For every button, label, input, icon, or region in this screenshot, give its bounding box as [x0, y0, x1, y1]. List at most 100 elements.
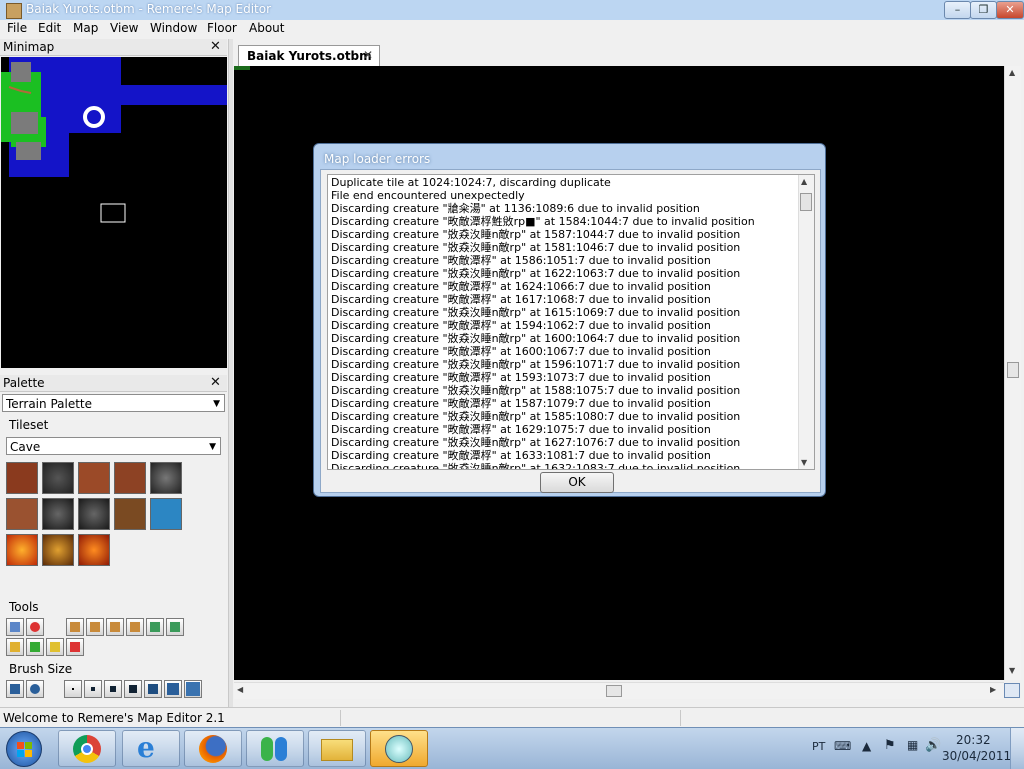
clock-time[interactable]: 20:32 — [956, 733, 991, 747]
messenger-icon — [261, 737, 273, 761]
close-window-button[interactable]: ✕ — [996, 1, 1024, 19]
brush-size-7-button[interactable] — [184, 680, 202, 698]
taskbar-chrome-button[interactable] — [58, 730, 116, 767]
brush-tile[interactable] — [114, 462, 146, 494]
brush-size-1-button[interactable] — [64, 680, 82, 698]
brush-tile[interactable] — [6, 462, 38, 494]
scroll-up-icon[interactable]: ▲ — [801, 177, 807, 186]
square-brush-icon — [10, 684, 20, 694]
pz-tool-button[interactable] — [6, 638, 24, 656]
door-tool-button[interactable] — [66, 618, 84, 636]
show-hidden-icons-icon[interactable]: ▲ — [862, 739, 871, 753]
window-icon — [150, 622, 160, 632]
language-indicator[interactable]: PT — [812, 740, 825, 753]
brush-tile[interactable] — [78, 498, 110, 530]
brush-tile[interactable] — [6, 498, 38, 530]
palette-select[interactable]: Terrain Palette ▼ — [2, 394, 225, 412]
error-log-line: Discarding creature "畋敵潭桴" at 1594:1062:… — [331, 319, 711, 332]
scroll-right-icon[interactable]: ▶ — [990, 685, 996, 694]
brush-tile[interactable] — [150, 498, 182, 530]
hscroll-thumb[interactable] — [606, 685, 622, 697]
menu-about[interactable]: About — [249, 21, 284, 35]
error-log-line: Discarding creature "敚猋汷睡n敵rp" at 1632:1… — [331, 462, 741, 470]
error-log-line: Discarding creature "畋敵潭桴鮏敓rp■" at 1584:… — [331, 215, 755, 228]
taskbar-explorer-button[interactable] — [308, 730, 366, 767]
window-tool-button[interactable] — [146, 618, 164, 636]
panel-splitter[interactable] — [228, 39, 233, 707]
minimap-view[interactable] — [1, 57, 227, 368]
brush-tile[interactable] — [42, 462, 74, 494]
brush-size-5-button[interactable] — [144, 680, 162, 698]
brush-tile[interactable] — [150, 462, 182, 494]
clock-date[interactable]: 30/04/2011 — [942, 749, 1011, 763]
scroll-left-icon[interactable]: ◀ — [237, 685, 243, 694]
brush-tile[interactable] — [78, 462, 110, 494]
menu-file[interactable]: File — [7, 21, 27, 35]
error-log-line: Discarding creature "敚猋汷睡n敵rp" at 1627:1… — [331, 436, 741, 449]
menu-floor[interactable]: Floor — [207, 21, 237, 35]
keyboard-icon[interactable]: ⌨ — [834, 739, 851, 753]
menu-edit[interactable]: Edit — [38, 21, 61, 35]
brush-square-button[interactable] — [6, 680, 24, 698]
select-icon — [10, 622, 20, 632]
windows-start-icon[interactable] — [6, 731, 42, 767]
brush-tile[interactable] — [78, 534, 110, 566]
menu-window[interactable]: Window — [150, 21, 197, 35]
error-log-list[interactable]: Duplicate tile at 1024:1024:7, discardin… — [327, 174, 815, 470]
error-log-line: Discarding creature "敚猋汷睡n敵rp" at 1581:1… — [331, 241, 741, 254]
pvp-tool-button[interactable] — [66, 638, 84, 656]
menu-view[interactable]: View — [110, 21, 138, 35]
select-tool-button[interactable] — [6, 618, 24, 636]
palette-close-button[interactable]: ✕ — [210, 375, 221, 391]
eraser-tool-button[interactable] — [26, 618, 44, 636]
restore-button[interactable]: ❐ — [970, 1, 997, 19]
door-tool-button-3[interactable] — [106, 618, 124, 636]
brush-tile[interactable] — [42, 534, 74, 566]
brush-size-2-button[interactable] — [84, 680, 102, 698]
circle-brush-icon — [30, 684, 40, 694]
editor-hscrollbar[interactable]: ◀ ▶ — [234, 682, 1004, 699]
ok-button[interactable]: OK — [540, 472, 614, 493]
nopvp-tool-button[interactable] — [26, 638, 44, 656]
tileset-select[interactable]: Cave ▼ — [6, 437, 221, 455]
tools-label: Tools — [9, 600, 39, 614]
editor-vscrollbar[interactable]: ▲ ▼ — [1004, 66, 1021, 680]
log-vscrollbar[interactable]: ▲ ▼ — [798, 175, 814, 469]
resize-grip-icon[interactable] — [1004, 683, 1020, 698]
scroll-up-icon[interactable]: ▲ — [1009, 68, 1015, 77]
tab-close-icon[interactable]: ✕ — [363, 48, 373, 62]
brush-tile[interactable] — [42, 498, 74, 530]
volume-icon[interactable]: 🔊 — [925, 738, 941, 753]
door-tool-button-2[interactable] — [86, 618, 104, 636]
taskbar-messenger-button[interactable] — [246, 730, 304, 767]
brush-tile[interactable] — [114, 498, 146, 530]
log-scroll-thumb[interactable] — [800, 193, 812, 211]
palette-select-value: Terrain Palette — [6, 397, 92, 411]
taskbar: e PT ⌨ ▲ ⚑ ▦ 🔊 20:32 30/04/2011 — [0, 727, 1024, 769]
menu-map[interactable]: Map — [73, 21, 98, 35]
dialog-title: Map loader errors — [324, 152, 431, 166]
brush-circle-button[interactable] — [26, 680, 44, 698]
network-icon[interactable]: ▦ — [907, 738, 918, 752]
chevron-down-icon: ▼ — [209, 442, 216, 452]
scroll-down-icon[interactable]: ▼ — [1009, 666, 1015, 675]
map-tab[interactable]: Baiak Yurots.otbm ✕ — [238, 45, 380, 66]
brush-tile[interactable] — [6, 534, 38, 566]
brush-size-4-button[interactable] — [124, 680, 142, 698]
minimap-close-button[interactable]: ✕ — [210, 39, 221, 55]
nologout-tool-button[interactable] — [46, 638, 64, 656]
vscroll-thumb[interactable] — [1007, 362, 1019, 378]
taskbar-map-editor-button[interactable] — [370, 730, 428, 767]
tileset-select-value: Cave — [10, 440, 41, 454]
scroll-down-icon[interactable]: ▼ — [801, 458, 807, 467]
brush-size-3-button[interactable] — [104, 680, 122, 698]
taskbar-firefox-button[interactable] — [184, 730, 242, 767]
map-editor-icon — [385, 735, 413, 763]
brush-size-6-button[interactable] — [164, 680, 182, 698]
window-tool-button-2[interactable] — [166, 618, 184, 636]
show-desktop-button[interactable] — [1010, 728, 1024, 769]
action-center-flag-icon[interactable]: ⚑ — [884, 738, 896, 753]
taskbar-ie-button[interactable]: e — [122, 730, 180, 767]
door-tool-button-4[interactable] — [126, 618, 144, 636]
minimize-button[interactable]: – — [944, 1, 971, 19]
